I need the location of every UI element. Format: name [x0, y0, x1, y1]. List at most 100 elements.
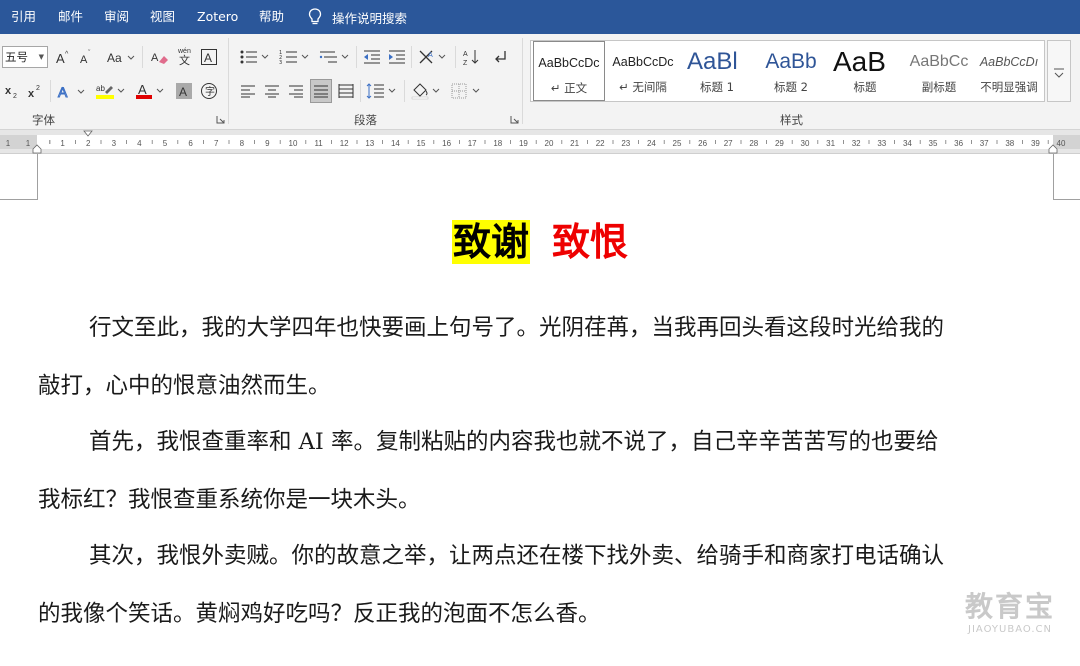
- numbering-icon: 123: [279, 50, 309, 65]
- highlighter-icon: ab: [96, 84, 125, 99]
- style-sample: AaB: [833, 46, 886, 77]
- ruler-number: 34: [903, 139, 912, 148]
- group-separator: [228, 38, 229, 124]
- decrease-indent-button[interactable]: [362, 46, 382, 68]
- enclose-characters-button[interactable]: 字: [199, 80, 219, 102]
- paragraph-line: 的我像个笑话。黄焖鸡好吃吗？反正我的泡面不怎么香。: [38, 601, 601, 627]
- ruler-number: 8: [240, 139, 245, 148]
- clear-formatting-button[interactable]: A: [150, 46, 170, 68]
- increase-indent-button[interactable]: [387, 46, 407, 68]
- styles-more-button[interactable]: [1047, 40, 1071, 102]
- phonetic-guide-icon: wén文: [177, 48, 191, 66]
- sort-button[interactable]: AZ: [462, 46, 482, 68]
- paragraph-dialog-launcher-icon[interactable]: [510, 115, 519, 124]
- svg-text:2: 2: [36, 85, 40, 92]
- multilevel-list-button[interactable]: [318, 46, 352, 68]
- grow-font-button[interactable]: A ^: [54, 46, 72, 68]
- ruler-number: 40: [1057, 139, 1066, 148]
- highlight-color-button[interactable]: ab: [94, 80, 128, 102]
- style-subtle-emphasis[interactable]: AaBbCcDı 不明显强调: [973, 41, 1045, 101]
- lightbulb-icon: [308, 8, 322, 25]
- ruler-number: 3: [112, 139, 117, 148]
- style-normal[interactable]: AaBbCcDc ↵ 正文: [533, 41, 605, 101]
- show-marks-button[interactable]: [490, 46, 510, 68]
- ruler-number: 10: [289, 139, 298, 148]
- ruler-scale: 1 1 1 2 3 4 5 6 7 8 9 10 11 12 13 14 15 16 17 18 19 20 21 22 23 2…: [6, 130, 1066, 154]
- tab-help[interactable]: 帮助: [257, 0, 286, 34]
- shrink-font-button[interactable]: Aˇ: [77, 46, 95, 68]
- style-sample: AaBbCcDc: [538, 56, 600, 70]
- styles-gallery: AaBbCcDc ↵ 正文 AaBbCcDc ↵ 无间隔 AaBl 标题 1 A…: [530, 40, 1045, 102]
- ruler-number: 21: [570, 139, 579, 148]
- separator: [142, 46, 143, 68]
- borders-icon: [451, 83, 480, 99]
- style-sample: AaBbCcDı: [979, 55, 1039, 69]
- subscript-icon: x2: [5, 85, 17, 99]
- font-dialog-launcher-icon[interactable]: [216, 115, 225, 124]
- ruler-number: 30: [801, 139, 810, 148]
- tab-zotero[interactable]: Zotero: [195, 0, 240, 34]
- grow-font-icon: A ^: [56, 51, 69, 65]
- ruler-number: 29: [775, 139, 784, 148]
- ruler-number: 1: [60, 139, 65, 148]
- menu-bar: 引用 邮件 审阅 视图 Zotero 帮助 操作说明搜索: [0, 0, 1080, 34]
- align-center-icon: [265, 85, 279, 98]
- paragraph-line: 敲打，心中的恨意油然而生。: [38, 373, 331, 399]
- tell-me-search[interactable]: 操作说明搜索: [308, 0, 407, 34]
- svg-text:A: A: [138, 82, 147, 97]
- style-title[interactable]: AaB 标题: [829, 41, 901, 101]
- subscript-button[interactable]: x2: [3, 80, 23, 102]
- style-no-spacing[interactable]: AaBbCcDc ↵ 无间隔: [607, 41, 679, 101]
- distributed-button[interactable]: [336, 80, 356, 102]
- shading-button[interactable]: [410, 80, 444, 102]
- style-heading-2[interactable]: AaBb 标题 2: [755, 41, 827, 101]
- style-sample: AaBbCc: [909, 53, 969, 70]
- svg-text:x: x: [5, 85, 12, 97]
- svg-text:Z: Z: [463, 60, 468, 66]
- ruler-number: 25: [673, 139, 682, 148]
- justify-button[interactable]: [310, 79, 332, 103]
- numbering-button[interactable]: 123: [278, 46, 312, 68]
- phonetic-guide-button[interactable]: wén 文: [175, 44, 195, 68]
- tab-review[interactable]: 审阅: [102, 0, 131, 34]
- ruler-number: 20: [545, 139, 554, 148]
- align-center-button[interactable]: [262, 80, 282, 102]
- ruler-number: 15: [417, 139, 426, 148]
- separator: [360, 80, 361, 102]
- tab-references[interactable]: 引用: [9, 0, 38, 34]
- style-heading-1[interactable]: AaBl 标题 1: [681, 41, 753, 101]
- align-right-icon: [289, 85, 303, 98]
- text-effects-button[interactable]: A: [56, 80, 88, 102]
- ruler-number: 19: [519, 139, 528, 148]
- chinese-layout-button[interactable]: A: [417, 46, 449, 68]
- tab-mailings[interactable]: 邮件: [56, 0, 85, 34]
- svg-text:A: A: [204, 51, 212, 65]
- font-color-button[interactable]: A: [134, 80, 168, 102]
- align-right-button[interactable]: [286, 80, 306, 102]
- paragraph-line: 首先，我恨查重率和 AI 率。复制粘贴的内容我也就不说了，自己辛辛苦苦写的也要给: [89, 429, 939, 455]
- line-spacing-button[interactable]: [365, 80, 399, 102]
- align-left-button[interactable]: [238, 80, 258, 102]
- style-subtitle[interactable]: AaBbCc 副标题: [903, 41, 975, 101]
- superscript-button[interactable]: x2: [26, 80, 46, 102]
- font-color-icon: A: [136, 82, 164, 99]
- character-border-button[interactable]: A: [200, 46, 218, 68]
- horizontal-ruler[interactable]: 1 1 1 2 3 4 5 6 7 8 9 10 11 12 13 14 15 16 17 18 19 20 21 22 23 2…: [0, 130, 1080, 154]
- crop-mark-right-h: [1053, 199, 1080, 200]
- ruler-number: 27: [724, 139, 733, 148]
- svg-text:A: A: [58, 84, 68, 99]
- crop-mark-right: [1053, 154, 1054, 200]
- change-case-button[interactable]: Aa: [106, 46, 136, 68]
- character-shading-button[interactable]: A: [174, 80, 194, 102]
- enclose-characters-icon: 字: [201, 83, 217, 99]
- font-size-select[interactable]: 五号 ▼: [2, 46, 48, 68]
- borders-button[interactable]: [450, 80, 484, 102]
- chinese-layout-icon: A: [419, 50, 446, 64]
- style-name: 标题: [853, 80, 877, 94]
- bullets-button[interactable]: [238, 46, 272, 68]
- style-name: 副标题: [921, 80, 957, 94]
- svg-text:A: A: [80, 54, 88, 65]
- document-page[interactable]: 致谢 致恨 行文至此，我的大学四年也快要画上句号了。光阴荏苒，当我再回头看这段时光…: [0, 154, 1080, 666]
- tab-view[interactable]: 视图: [148, 0, 177, 34]
- character-border-icon: A: [201, 49, 217, 65]
